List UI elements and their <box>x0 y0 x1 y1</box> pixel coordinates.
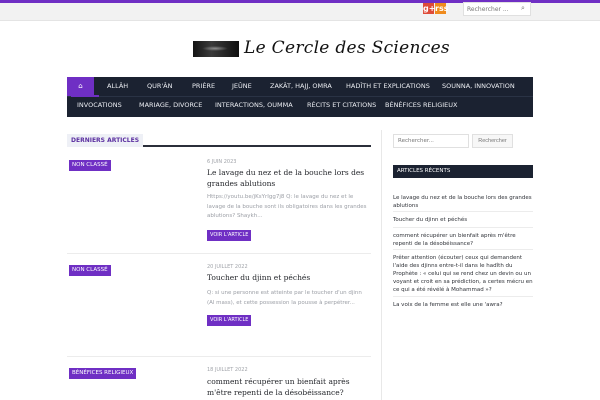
read-more-button[interactable]: VOIR L'ARTICLE <box>207 230 252 241</box>
site-logo-title[interactable]: Le Cercle des Sciences <box>244 38 450 58</box>
recent-articles-title: ARTICLES RÉCENTS <box>397 168 451 174</box>
category-badge[interactable]: NON CLASSÉ <box>69 160 111 171</box>
sidebar-separator <box>393 211 533 212</box>
post-excerpt: Q: si une personne est atteinte par le t… <box>207 290 362 306</box>
post-date: 18 JUILLET 2022 <box>207 367 248 373</box>
sidebar-separator <box>393 296 533 297</box>
post-title[interactable]: Toucher du djinn et péchés <box>207 272 371 283</box>
main-navigation: ⌂ ALLÂH QUR'ÂN PRIÈRE JEÛNE ZAKÂT, HAJJ,… <box>67 77 533 117</box>
nav-item-interactions[interactable]: INTERACTIONS, OUMMA <box>215 96 293 115</box>
sidebar-search-input[interactable] <box>393 134 469 148</box>
category-badge[interactable]: NON CLASSÉ <box>69 265 111 276</box>
nav-item-jeune[interactable]: JEÛNE <box>232 77 252 96</box>
sidebar-separator <box>393 249 533 250</box>
google-plus-icon[interactable]: g+ <box>423 3 435 14</box>
nav-item-hadith[interactable]: HADÎTH ET EXPLICATIONS <box>346 77 430 96</box>
nav-item-zakat-hajj-omra[interactable]: ZAKÂT, HAJJ, OMRA <box>270 77 332 96</box>
search-icon[interactable]: ⌕ <box>521 4 525 13</box>
nav-item-invocations[interactable]: INVOCATIONS <box>77 96 122 115</box>
nav-item-sounna[interactable]: SOUNNA, INNOVATION <box>442 77 515 96</box>
nav-item-quran[interactable]: QUR'ÂN <box>147 77 173 96</box>
post-title[interactable]: Le lavage du nez et de la bouche lors de… <box>207 167 371 189</box>
read-more-button[interactable]: VOIR L'ARTICLE <box>207 315 252 326</box>
post-title[interactable]: comment récupérer un bienfait après m'êt… <box>207 376 371 398</box>
post-separator <box>67 356 371 357</box>
sidebar-search-button[interactable]: Rechercher <box>472 134 513 148</box>
rss-icon[interactable]: rss <box>435 3 448 14</box>
post-date: 6 JUIN 2023 <box>207 159 237 165</box>
post-date: 20 JUILLET 2022 <box>207 264 248 270</box>
nav-item-priere[interactable]: PRIÈRE <box>192 77 215 96</box>
post-excerpt: Https://youtu.be/jKsYrIgg7j8 Q: le lavag… <box>207 194 367 219</box>
nav-item-recits[interactable]: RÉCITS ET CITATIONS <box>307 96 376 115</box>
recent-article-link[interactable]: Le lavage du nez et de la bouche lors de… <box>393 194 533 210</box>
home-icon[interactable]: ⌂ <box>67 77 94 96</box>
recent-article-link[interactable]: comment récupérer un bienfait après m'êt… <box>393 232 533 248</box>
recent-articles-header: ARTICLES RÉCENTS <box>393 165 533 178</box>
nav-divider <box>67 96 533 97</box>
recent-article-link[interactable]: Prêter attention (écouter) ceux qui dema… <box>393 254 533 294</box>
nav-item-benefices[interactable]: BÉNÉFICES RELIGIEUX <box>385 96 457 115</box>
section-title: DERNIERS ARTICLES <box>67 134 144 147</box>
section-header: DERNIERS ARTICLES <box>67 134 371 147</box>
nav-item-allah[interactable]: ALLÂH <box>107 77 128 96</box>
recent-article-link[interactable]: Toucher du djinn et péchés <box>393 216 533 224</box>
nav-item-mariage[interactable]: MARIAGE, DIVORCE <box>139 96 202 115</box>
column-divider <box>381 130 382 400</box>
recent-article-link[interactable]: La voix de la femme est elle une 'awra? <box>393 301 533 309</box>
category-badge[interactable]: BÉNÉFICES RELIGIEUX <box>69 368 137 379</box>
sidebar-separator <box>393 227 533 228</box>
post-separator <box>67 253 371 254</box>
logo-image[interactable] <box>193 41 239 57</box>
